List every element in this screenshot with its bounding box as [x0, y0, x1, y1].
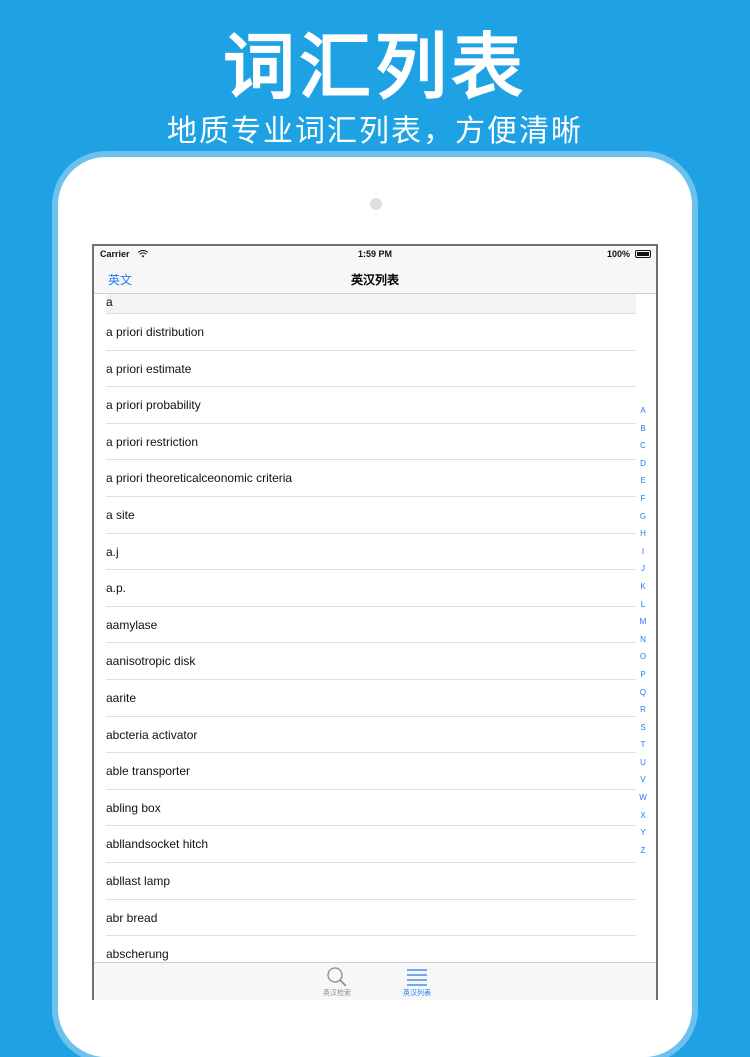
index-letter[interactable]: W — [636, 789, 650, 807]
index-letter[interactable]: I — [636, 543, 650, 561]
index-letter[interactable]: D — [636, 455, 650, 473]
index-letter[interactable]: T — [636, 736, 650, 754]
index-letter[interactable]: L — [636, 596, 650, 614]
list-item[interactable]: aamylase — [106, 607, 636, 644]
index-letter[interactable]: K — [636, 578, 650, 596]
index-letter[interactable]: M — [636, 613, 650, 631]
index-letter[interactable]: J — [636, 560, 650, 578]
list-item[interactable]: able transporter — [106, 753, 636, 790]
magnifier-icon — [327, 967, 347, 987]
list-item[interactable]: a.j — [106, 534, 636, 571]
index-letter[interactable]: Z — [636, 842, 650, 860]
index-letter[interactable]: Y — [636, 824, 650, 842]
list-icon — [407, 969, 427, 986]
index-letter[interactable]: P — [636, 666, 650, 684]
index-letter[interactable]: U — [636, 754, 650, 772]
index-letter[interactable]: F — [636, 490, 650, 508]
device-screen: Carrier 1:59 PM 100% 英文 英汉列表 aa priori d… — [92, 244, 658, 1000]
tab-bar: 英汉检索 英汉列表 — [94, 962, 656, 1000]
status-bar: Carrier 1:59 PM 100% — [94, 246, 656, 264]
promo-subtitle: 地质专业词汇列表，方便清晰 — [167, 114, 583, 149]
list-item[interactable]: abscherung — [106, 936, 636, 962]
index-letter[interactable]: C — [636, 437, 650, 455]
list-item[interactable]: a priori estimate — [106, 351, 636, 388]
tab-search[interactable]: 英汉检索 — [302, 963, 372, 1000]
index-letter[interactable]: Q — [636, 684, 650, 702]
camera-icon — [370, 198, 382, 210]
tab-list-label: 英汉列表 — [403, 990, 431, 997]
index-letter[interactable]: S — [636, 719, 650, 737]
promo-title: 词汇列表 — [222, 24, 527, 109]
list-item[interactable]: abllast lamp — [106, 863, 636, 900]
status-time: 1:59 PM — [357, 249, 392, 259]
index-letter[interactable]: R — [636, 701, 650, 719]
list-item[interactable]: a priori restriction — [106, 424, 636, 461]
battery-icon — [635, 250, 651, 258]
index-letter[interactable]: H — [636, 525, 650, 543]
list-item[interactable]: aanisotropic disk — [106, 643, 636, 680]
status-battery-text: 100% — [606, 249, 630, 259]
list-item[interactable]: a — [106, 294, 636, 314]
nav-title: 英汉列表 — [350, 273, 399, 287]
list-item[interactable]: abcteria activator — [106, 717, 636, 754]
list-item[interactable]: a.p. — [106, 570, 636, 607]
list-item[interactable]: a priori theoreticalceonomic criteria — [106, 460, 636, 497]
navigation-bar: 英文 英汉列表 — [94, 264, 656, 294]
tab-search-label: 英汉检索 — [323, 990, 351, 997]
list-item[interactable]: a priori probability — [106, 387, 636, 424]
index-letter[interactable]: X — [636, 807, 650, 825]
index-letter[interactable]: G — [636, 508, 650, 526]
index-letter[interactable]: N — [636, 631, 650, 649]
list-item[interactable]: a priori distribution — [106, 314, 636, 351]
list-item[interactable]: abling box — [106, 790, 636, 827]
list-item[interactable]: abr bread — [106, 900, 636, 937]
list-item[interactable]: abllandsocket hitch — [106, 826, 636, 863]
alphabet-index[interactable]: ABCDEFGHIJKLMNOPQRSTUVWXYZ — [636, 402, 650, 859]
list-item[interactable]: aarite — [106, 680, 636, 717]
index-letter[interactable]: O — [636, 648, 650, 666]
tab-list[interactable]: 英汉列表 — [382, 963, 452, 1000]
word-list[interactable]: aa priori distribution a priori estimate a… — [94, 294, 656, 962]
list-item[interactable]: a site — [106, 497, 636, 534]
index-letter[interactable]: V — [636, 771, 650, 789]
index-letter[interactable]: E — [636, 472, 650, 490]
index-letter[interactable]: B — [636, 420, 650, 438]
index-letter[interactable]: A — [636, 402, 650, 420]
